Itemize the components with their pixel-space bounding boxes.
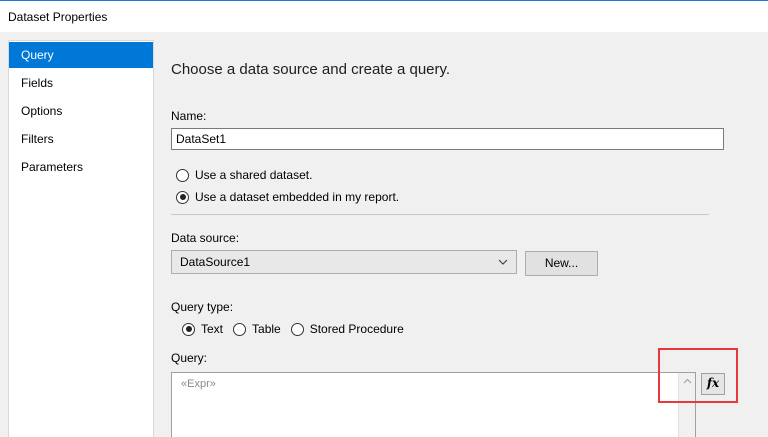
query-type-stored-procedure-label: Stored Procedure [309, 322, 404, 336]
query-type-text-indicator[interactable] [182, 322, 195, 336]
query-type-stored-procedure-indicator[interactable] [290, 322, 304, 336]
separator [171, 214, 709, 215]
data-source-value: DataSource1 [180, 255, 251, 269]
nav-item-fields[interactable]: Fields [9, 70, 153, 96]
query-type-table-indicator[interactable] [233, 322, 247, 336]
radio-embedded-label: Use a dataset embedded in my report. [195, 190, 400, 204]
expression-button[interactable]: fx [701, 373, 725, 395]
nav-item-filters[interactable]: Filters [9, 126, 153, 152]
query-label: Query: [171, 351, 208, 365]
radio-embedded-dataset[interactable]: Use a dataset embedded in my report. [176, 190, 399, 204]
query-expression: «Expr» [181, 378, 216, 390]
name-input[interactable]: DataSet1 [171, 128, 724, 150]
radio-shared-indicator[interactable] [176, 168, 189, 182]
title-bar: Dataset Properties [0, 0, 768, 32]
scroll-up-arrow-icon[interactable] [683, 377, 692, 386]
query-type-label: Query type: [171, 300, 234, 314]
sidebar-nav: Query Fields Options Filters Parameters [8, 40, 154, 437]
radio-shared-label: Use a shared dataset. [195, 168, 313, 182]
query-type-stored-procedure[interactable]: Stored Procedure [290, 322, 404, 336]
query-type-table[interactable]: Table [233, 322, 281, 336]
query-textarea[interactable]: «Expr» [171, 372, 696, 437]
nav-item-query[interactable]: Query [9, 42, 153, 68]
chevron-down-icon [498, 259, 508, 265]
window-title: Dataset Properties [8, 10, 108, 24]
query-type-table-label: Table [252, 322, 281, 336]
query-type-text-label: Text [201, 322, 224, 336]
query-type-group: Text Table Stored Procedure [182, 322, 414, 336]
radio-embedded-indicator[interactable] [176, 190, 189, 204]
data-source-label: Data source: [171, 231, 240, 245]
new-data-source-button[interactable]: New... [525, 251, 598, 276]
nav-item-parameters[interactable]: Parameters [9, 154, 153, 180]
page-heading: Choose a data source and create a query. [171, 61, 451, 78]
nav-item-options[interactable]: Options [9, 98, 153, 124]
radio-shared-dataset[interactable]: Use a shared dataset. [176, 168, 312, 182]
data-source-dropdown[interactable]: DataSource1 [171, 250, 517, 274]
query-type-text[interactable]: Text [182, 322, 223, 336]
query-scrollbar[interactable] [678, 373, 695, 437]
name-label: Name: [171, 109, 207, 123]
